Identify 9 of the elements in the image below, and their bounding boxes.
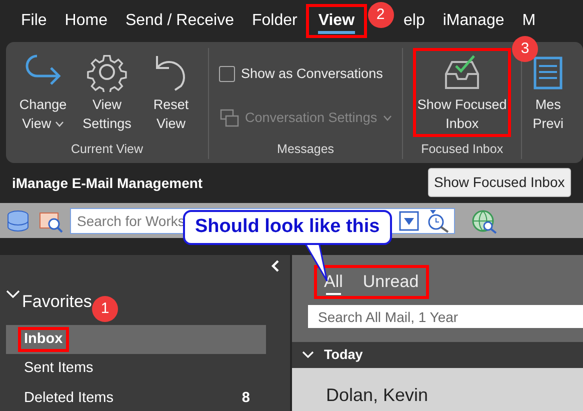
tooltip: Show Focused Inbox	[428, 168, 571, 197]
unread-count: 8	[242, 389, 250, 408]
sender-name: Dolan, Kevin	[326, 385, 428, 405]
group-label: Messages	[276, 141, 336, 158]
step-badge: 2	[368, 2, 394, 28]
add-in-title: iManage E-Mail Management	[12, 174, 203, 193]
group-label: Focused Inbox	[420, 141, 504, 158]
step-badge: 3	[512, 36, 538, 62]
group-label: Current View	[70, 141, 144, 158]
